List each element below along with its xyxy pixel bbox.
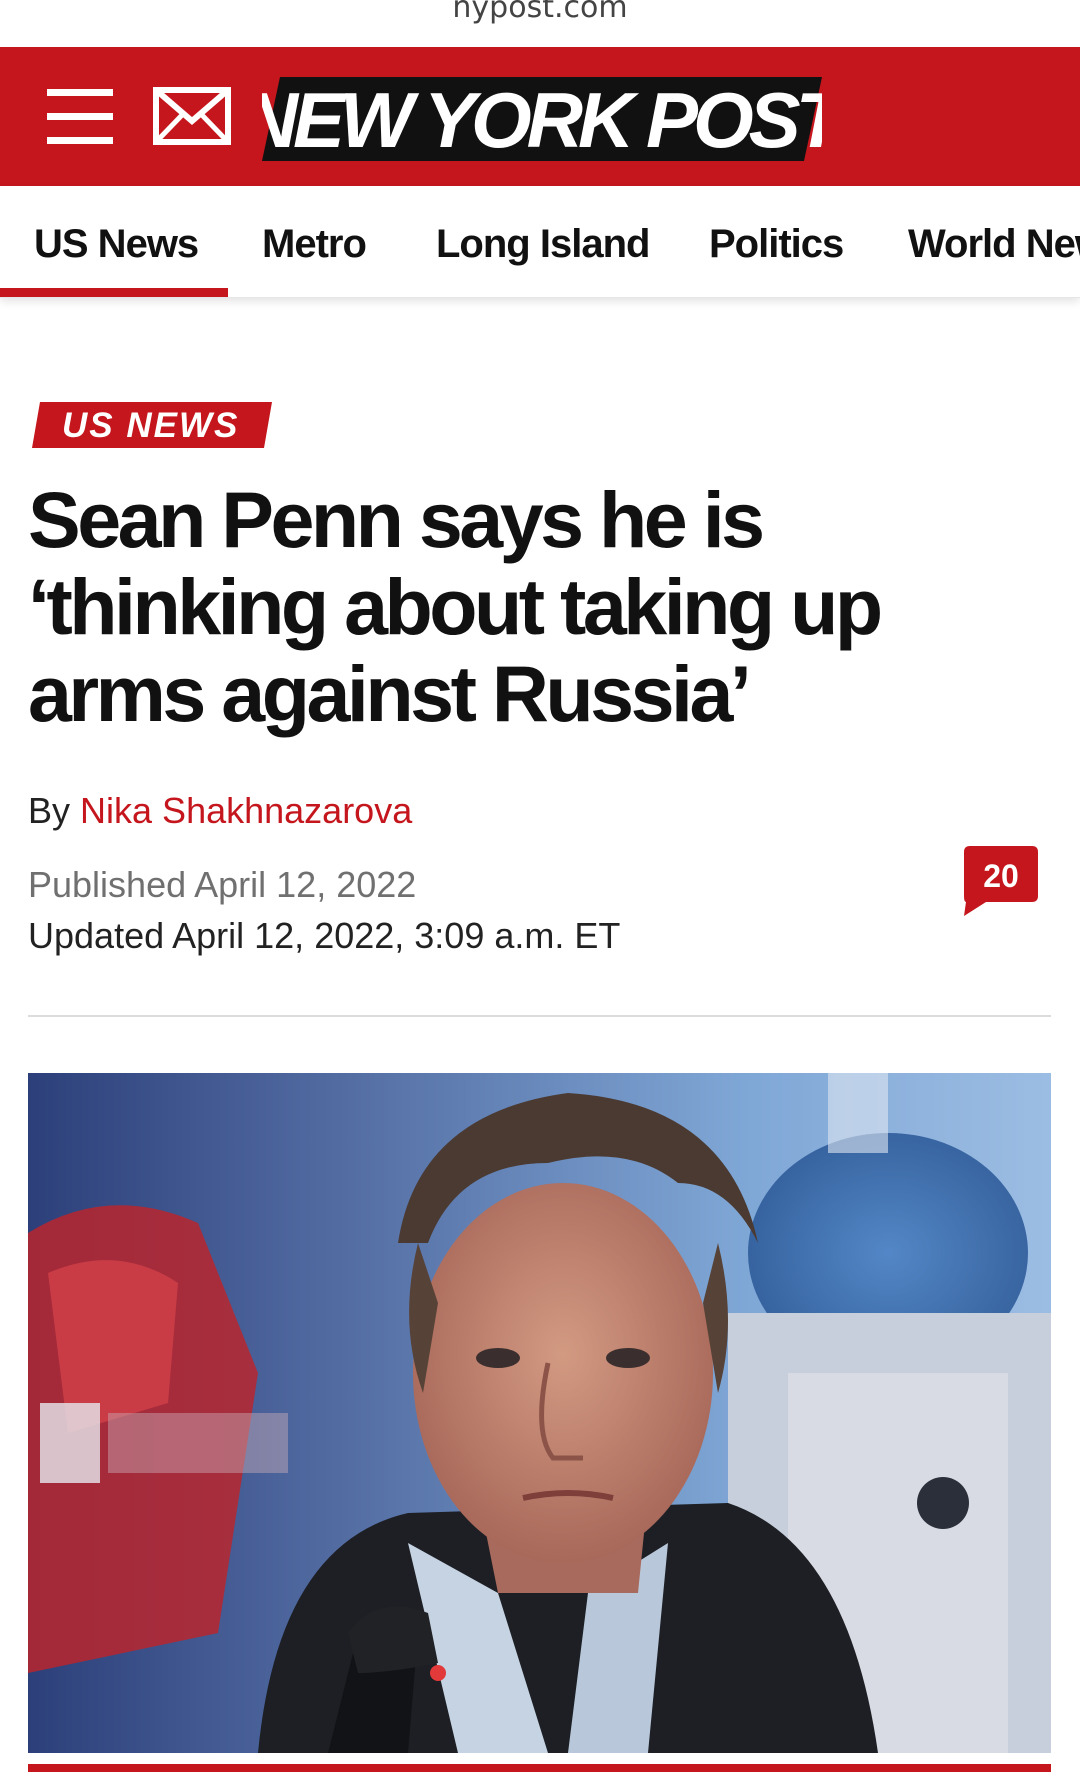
comments-button[interactable]: 20 [964, 846, 1038, 918]
updated-date: Updated April 12, 2022, 3:09 a.m. ET [28, 915, 621, 956]
byline: By Nika Shakhnazarova [28, 790, 412, 832]
author-link[interactable]: Nika Shakhnazarova [80, 790, 412, 831]
article-photo[interactable] [28, 1073, 1051, 1753]
menu-icon[interactable] [47, 89, 113, 145]
url-text: nypost.com [452, 0, 628, 25]
nav-item-long-island[interactable]: Long Island [436, 222, 650, 267]
nav-item-politics[interactable]: Politics [709, 222, 844, 267]
comment-count: 20 [983, 858, 1019, 894]
byline-prefix: By [28, 790, 71, 831]
nav-item-world-news[interactable]: World New [908, 222, 1080, 267]
browser-url-bar[interactable]: nypost.com [0, 0, 1080, 47]
logo-text: NEW YORK POST [262, 76, 822, 164]
site-logo[interactable]: NEW YORK POST [242, 69, 855, 169]
divider [28, 1015, 1051, 1017]
section-nav: US News Metro Long Island Politics World… [0, 186, 1080, 298]
published-date: Published April 12, 2022 [28, 864, 417, 905]
kicker-label: US NEWS [62, 406, 240, 445]
nav-item-metro[interactable]: Metro [262, 222, 367, 267]
bottom-rule [28, 1764, 1051, 1772]
article-headline: Sean Penn says he is ‘thinking about tak… [28, 475, 883, 738]
site-header: NEW YORK POST [0, 47, 1080, 186]
nav-active-indicator [0, 288, 228, 297]
section-kicker[interactable]: US NEWS [32, 402, 272, 448]
mail-icon[interactable] [153, 87, 231, 145]
nav-item-us-news[interactable]: US News [34, 222, 199, 267]
